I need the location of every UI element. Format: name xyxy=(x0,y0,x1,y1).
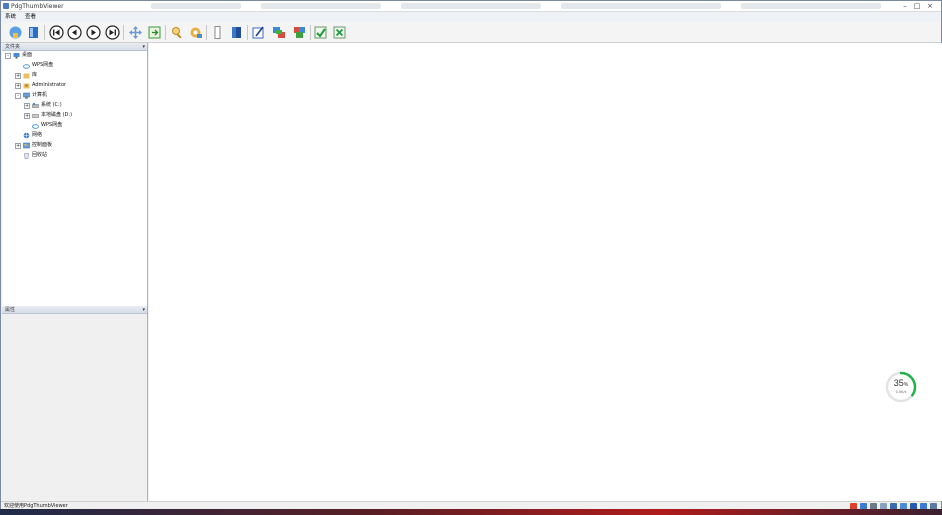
menu-system[interactable]: 系统 xyxy=(5,13,16,22)
toolbar-separator xyxy=(123,25,124,40)
cloud-icon xyxy=(23,62,30,69)
title-blur xyxy=(401,3,541,9)
open-icon[interactable] xyxy=(7,24,24,41)
app-icon xyxy=(3,3,9,9)
control-panel-icon xyxy=(23,142,30,149)
tree-item-label: 桌面 xyxy=(22,52,33,58)
tree-item-label: 库 xyxy=(32,72,38,78)
prev-page-icon[interactable] xyxy=(66,24,83,41)
toolbar-separator xyxy=(310,25,311,40)
edit-icon[interactable] xyxy=(250,24,267,41)
pin-icon[interactable]: ▾ xyxy=(142,43,145,51)
lower-pane-header: 属性 ▾ xyxy=(2,306,147,314)
gauge-speed: 0.5K/s xyxy=(895,390,907,394)
pin-icon[interactable]: ▾ xyxy=(142,306,145,314)
menu-view[interactable]: 查看 xyxy=(25,13,36,22)
thumbnail-view[interactable] xyxy=(149,43,942,501)
lower-pane-title: 属性 xyxy=(5,307,16,313)
network-speed-gauge[interactable]: 35% 0.5K/s xyxy=(885,371,917,403)
user-icon xyxy=(23,82,30,89)
expand-icon[interactable]: + xyxy=(24,112,30,119)
drive-icon xyxy=(32,102,39,109)
tree-item[interactable]: - 桌面 xyxy=(5,51,32,60)
tree-item-label: 控制面板 xyxy=(32,142,53,148)
export-icon[interactable] xyxy=(146,24,163,41)
tree-item-label: 网络 xyxy=(32,132,43,138)
window-title: PdgThumbViewer xyxy=(11,3,64,10)
desktop-icon xyxy=(13,52,20,59)
expand-icon[interactable]: + xyxy=(15,72,21,79)
tree-item[interactable]: + 本地磁盘 (D:) xyxy=(24,111,72,120)
title-bar: PdgThumbViewer – □ × xyxy=(1,1,941,12)
tree-item-label: 系统 (C:) xyxy=(41,102,62,108)
title-blur xyxy=(151,3,241,9)
minimize-icon[interactable]: – xyxy=(901,2,909,10)
bookmark-icon[interactable] xyxy=(209,24,226,41)
next-page-icon[interactable] xyxy=(85,24,102,41)
toolbar-separator xyxy=(247,25,248,40)
tree-item[interactable]: WPS网盘 xyxy=(15,61,53,70)
collapse-icon[interactable]: - xyxy=(15,92,21,99)
lower-pane xyxy=(2,314,147,501)
tree-item[interactable]: + 系统 (C:) xyxy=(24,101,62,110)
convert-icon[interactable] xyxy=(271,24,288,41)
tree-item[interactable]: 回收站 xyxy=(15,151,47,160)
move-icon[interactable] xyxy=(127,24,144,41)
cloud-icon xyxy=(32,122,39,129)
tree-item[interactable]: 网络 xyxy=(15,131,42,140)
drive-icon xyxy=(32,112,39,119)
tree-pane-title: 文件夹 xyxy=(5,44,21,50)
tree-item-label: WPS网盘 xyxy=(32,62,54,68)
taskbar xyxy=(0,509,942,515)
title-blur xyxy=(261,3,381,9)
settings-icon[interactable] xyxy=(187,24,204,41)
tree-item-label: 计算机 xyxy=(32,92,48,98)
toolbar-separator xyxy=(165,25,166,40)
search-icon[interactable] xyxy=(169,24,186,41)
merge-icon[interactable] xyxy=(291,24,308,41)
network-icon xyxy=(23,132,30,139)
menu-bar: 系统 查看 xyxy=(1,13,941,22)
last-page-icon[interactable] xyxy=(104,24,121,41)
tree-item[interactable]: - 计算机 xyxy=(15,91,47,100)
book-icon[interactable] xyxy=(25,24,42,41)
app-window: PdgThumbViewer – □ × 系统 查看 文件夹 ▾ - 桌面 WP… xyxy=(0,0,942,515)
tree-item-label: 回收站 xyxy=(32,152,48,158)
tree-item-label: WPS网盘 xyxy=(41,122,63,128)
maximize-icon[interactable]: □ xyxy=(913,2,921,10)
left-panel: 文件夹 ▾ - 桌面 WPS网盘 + 库 + Administrator - 计… xyxy=(2,43,148,501)
tree-item[interactable]: + 控制面板 xyxy=(15,141,52,150)
library-icon xyxy=(23,72,30,79)
expand-icon[interactable]: + xyxy=(15,82,21,89)
tree-item[interactable]: + 库 xyxy=(15,71,37,80)
check-icon[interactable] xyxy=(312,24,329,41)
expand-icon[interactable]: + xyxy=(15,142,21,149)
recycle-bin-icon xyxy=(23,152,30,159)
tree-item[interactable]: WPS网盘 xyxy=(24,121,62,130)
expand-icon[interactable]: + xyxy=(24,102,30,109)
gauge-percent: 35% xyxy=(893,378,909,388)
close-window-icon[interactable]: × xyxy=(926,2,934,10)
tree-item-label: 本地磁盘 (D:) xyxy=(41,112,73,118)
tree-item-label: Administrator xyxy=(32,82,67,88)
tree-pane-header: 文件夹 ▾ xyxy=(2,43,147,51)
toolbar-separator xyxy=(206,25,207,40)
title-blur xyxy=(561,3,721,9)
tree-item[interactable]: + Administrator xyxy=(15,81,66,90)
computer-icon xyxy=(23,92,30,99)
collapse-icon[interactable]: - xyxy=(5,52,11,59)
book-stack-icon[interactable] xyxy=(228,24,245,41)
first-page-icon[interactable] xyxy=(48,24,65,41)
folder-tree[interactable]: - 桌面 WPS网盘 + 库 + Administrator - 计算机 + 系… xyxy=(2,51,147,306)
close-icon[interactable] xyxy=(331,24,348,41)
toolbar xyxy=(1,22,941,43)
toolbar-separator xyxy=(44,25,45,40)
title-blur xyxy=(741,3,881,9)
